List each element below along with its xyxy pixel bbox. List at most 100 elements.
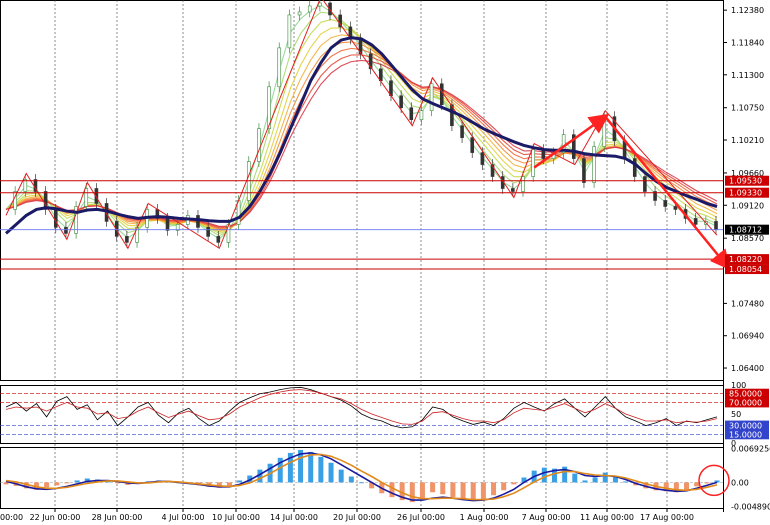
candle[interactable] [307,5,312,13]
macd-histogram-bar [572,473,578,483]
level-label: 1.08054 [729,265,762,274]
candle[interactable] [399,95,403,109]
candle[interactable] [379,68,383,82]
x-tick-label: 10 Jul 00:00 [212,513,260,522]
level-label: 1.09530 [729,177,762,186]
y-tick-label: 1.10210 [731,136,764,145]
macd-histogram-bar [328,462,334,483]
macd-histogram-bar [419,482,425,499]
macd-histogram-bar [54,482,60,486]
candle[interactable] [196,215,200,228]
x-tick-label: 20 Jul 00:00 [333,513,381,522]
macd-histogram-bar [623,481,629,483]
candle[interactable] [693,218,698,225]
y-tick-label: 1.07480 [731,299,764,308]
macd-histogram-bar [430,482,436,493]
macd-histogram-bar [318,456,324,483]
x-tick-label: 17 Aug 00:00 [640,513,694,522]
candle[interactable] [53,209,58,228]
macd-histogram-bar [115,482,121,484]
oscillator-level-label: 70.0000 [729,398,762,407]
candle[interactable] [460,125,464,138]
y-tick-label: 1.12380 [731,6,764,15]
macd-histogram-bar [470,482,476,502]
candle[interactable] [521,176,525,192]
candle[interactable] [673,206,678,210]
macd-histogram-bar [308,451,314,483]
oscillator-level-label: 30.0000 [729,422,762,431]
trading-chart[interactable]: 1.123801.118401.113001.107501.102101.096… [0,0,770,525]
candle[interactable] [277,47,282,88]
y-tick-label: 1.06940 [731,332,764,341]
oscillator-level-label: 85.0000 [729,390,762,399]
oscillator-y-tick-label: 100 [731,381,746,390]
candle[interactable] [531,149,535,177]
macd-histogram-bar [44,482,50,488]
macd-histogram-bar [237,480,243,483]
macd-histogram-bar [480,482,486,500]
y-tick-label: 1.08570 [731,234,764,243]
candle[interactable] [409,107,414,120]
candle[interactable] [125,236,129,243]
x-tick-label: 00:00 [0,513,23,522]
candle[interactable] [663,200,668,207]
current-price-label: 1.08712 [729,226,762,235]
macd-histogram-bar [582,480,588,483]
candle[interactable] [470,137,475,153]
y-tick-label: 1.11300 [731,71,764,80]
candle[interactable] [287,14,292,49]
macd-histogram-bar [440,482,446,495]
candle[interactable] [216,236,221,243]
macd-y-tick-label: 0.0069256 [731,444,770,453]
candle[interactable] [64,227,68,234]
oscillator-y-tick-label: 50 [731,410,741,419]
candle[interactable] [439,83,444,106]
macd-histogram-bar [450,482,456,498]
macd-histogram-bar [592,477,598,483]
macd-histogram-bar [491,482,497,496]
x-tick-label: 28 Jun 00:00 [92,513,143,522]
macd-y-tick-label: -0.0048901 [731,502,770,511]
macd-histogram-bar [704,482,710,484]
macd-histogram-bar [389,482,395,498]
candle[interactable] [714,221,718,230]
macd-histogram-bar [511,482,517,485]
x-tick-label: 11 Aug 00:00 [580,513,634,522]
y-tick-label: 1.09120 [731,201,764,210]
candle[interactable] [419,110,424,120]
y-tick-label: 1.11840 [731,38,764,47]
y-tick-label: 1.10750 [731,104,764,113]
candle[interactable] [23,179,28,192]
candle[interactable] [206,227,210,237]
candle[interactable] [592,146,596,183]
oscillator-level-label: 15.0000 [729,430,762,439]
level-label: 1.08220 [729,255,762,264]
macd-histogram-bar [74,480,80,483]
macd-histogram-bar [602,472,608,483]
macd-y-tick-label: 0.00 [731,478,749,487]
candle[interactable] [165,218,170,231]
x-tick-label: 26 Jul 00:00 [397,513,445,522]
candle[interactable] [632,158,637,177]
x-tick-label: 22 Jun 00:00 [30,513,81,522]
level-label: 1.09330 [729,189,762,198]
x-tick-label: 4 Jul 00:00 [162,513,205,522]
macd-histogram-bar [348,476,354,483]
x-tick-label: 7 Aug 00:00 [522,513,571,522]
candle[interactable] [257,128,261,162]
candle[interactable] [84,188,89,207]
y-tick-label: 1.06400 [731,364,764,373]
candle[interactable] [429,83,434,112]
candle[interactable] [511,188,515,192]
macd-histogram-bar [64,482,70,484]
candle[interactable] [480,152,485,165]
macd-histogram-bar [338,469,344,483]
candle[interactable] [643,176,647,192]
macd-histogram-bar [684,482,690,491]
macd-histogram-bar [694,482,700,487]
candle[interactable] [602,116,607,147]
candle[interactable] [582,158,586,183]
macd-histogram-bar [501,482,507,491]
candle[interactable] [297,11,302,16]
x-tick-label: 1 Aug 00:00 [460,513,509,522]
